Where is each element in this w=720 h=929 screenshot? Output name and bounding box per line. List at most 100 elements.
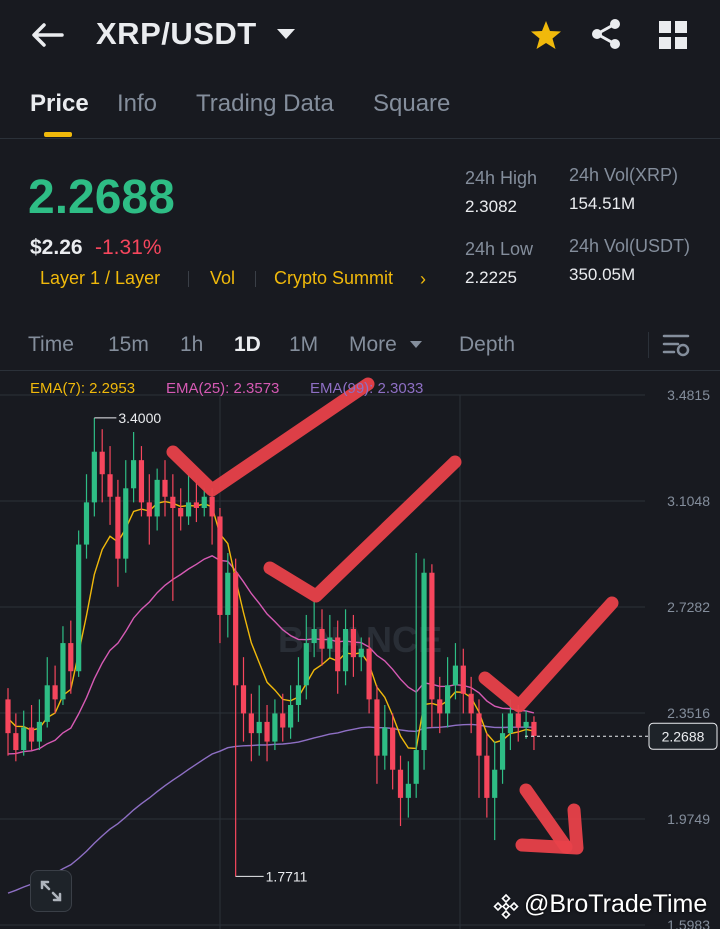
grid-menu-icon[interactable]	[658, 20, 688, 50]
favorite-star-icon[interactable]	[530, 20, 562, 50]
pair-dropdown-icon[interactable]	[277, 29, 295, 39]
high-marker-label: 3.4000	[118, 410, 161, 426]
pair-title[interactable]: XRP/USDT	[96, 16, 257, 52]
candle-body	[342, 629, 349, 672]
tag-divider	[188, 271, 189, 287]
chart-settings-icon[interactable]	[662, 332, 690, 358]
candle-body	[264, 721, 270, 742]
candle-body	[303, 643, 309, 686]
tag-vol[interactable]: Vol	[210, 268, 235, 289]
interval-1h[interactable]: 1h	[180, 333, 203, 357]
fullscreen-button[interactable]	[30, 870, 72, 912]
ema25-legend: EMA(25): 2.3573	[166, 380, 280, 397]
tag-layer1[interactable]: Layer 1 / Layer	[40, 268, 160, 289]
candle-body	[374, 699, 380, 756]
candle-body	[390, 727, 396, 770]
candle-body	[319, 629, 325, 649]
interval-depth[interactable]: Depth	[459, 333, 515, 357]
candle-body	[138, 460, 145, 503]
candle-body	[437, 699, 443, 714]
candle-body	[76, 544, 82, 672]
stat-high-label: 24h High	[465, 168, 538, 188]
candle-body	[492, 769, 498, 798]
candle-body	[146, 502, 152, 517]
candle-body	[499, 733, 506, 770]
stat-vol-quote-label: 24h Vol(USDT)	[569, 236, 691, 256]
candle-body	[83, 502, 90, 545]
interval-time[interactable]: Time	[28, 333, 74, 357]
ema7-legend: EMA(7): 2.2953	[30, 380, 136, 397]
interval-1d[interactable]: 1D	[234, 333, 261, 357]
interval-1m[interactable]: 1M	[289, 333, 318, 357]
candle-body	[28, 727, 35, 742]
back-arrow-icon[interactable]	[30, 20, 64, 50]
candle-body	[123, 488, 129, 559]
active-tab-indicator	[44, 132, 72, 137]
header-bar: XRP/USDT	[0, 0, 720, 70]
candle-body	[115, 496, 121, 559]
last-price: 2.2688	[28, 171, 175, 224]
y-tick-label: 2.7282	[667, 599, 710, 615]
annotation-checkmark	[263, 455, 462, 603]
candle-body	[5, 699, 11, 734]
candle-body	[295, 685, 302, 706]
expand-icon	[40, 880, 62, 902]
candle-body	[240, 685, 247, 714]
candle-body	[468, 693, 474, 714]
y-tick-label: 1.9749	[667, 811, 710, 827]
candle-body	[256, 721, 262, 734]
candle-body	[99, 451, 105, 475]
candle-body	[350, 629, 356, 658]
candle-body	[523, 721, 529, 728]
tab-info[interactable]: Info	[117, 90, 157, 118]
tab-square[interactable]: Square	[373, 90, 450, 118]
candle-body	[413, 750, 419, 784]
candlestick-chart[interactable]: 3.48153.10482.72822.35161.97491.5983BINA…	[0, 372, 720, 929]
interval-more[interactable]: More	[349, 333, 397, 357]
candle-body	[193, 502, 199, 508]
candle-body	[421, 572, 427, 751]
candle-body	[154, 479, 160, 517]
candle-body	[311, 629, 317, 644]
candle-body	[460, 665, 466, 694]
chevron-right-icon[interactable]: ›	[420, 269, 426, 290]
candle-body	[452, 665, 459, 686]
candle-body	[327, 637, 333, 649]
binance-logo-icon	[493, 893, 519, 920]
candle-body	[515, 713, 521, 728]
candle-body	[178, 507, 184, 517]
candle-body	[288, 705, 294, 728]
candle-body	[248, 713, 254, 734]
tab-price[interactable]: Price	[30, 90, 89, 118]
candle-body	[209, 496, 215, 517]
candle-body	[484, 755, 490, 798]
interval-divider	[648, 332, 649, 358]
candle-body	[405, 783, 411, 798]
stat-vol-base-value: 154.51M	[569, 194, 636, 213]
annotation-checkmark	[478, 596, 619, 713]
stat-low-value: 2.2225	[465, 268, 517, 287]
candle-body	[358, 648, 364, 658]
annotation-checkmark	[166, 377, 375, 497]
candle-body	[272, 713, 278, 742]
candle-body	[531, 721, 537, 736]
candle-body	[335, 637, 341, 672]
candle-body	[382, 727, 388, 756]
price-change: -1.31%	[95, 236, 162, 259]
candle-body	[445, 685, 451, 714]
stat-high-value: 2.3082	[465, 197, 517, 216]
candle-body	[131, 460, 137, 489]
y-tick-label: 3.1048	[667, 493, 710, 509]
candle-body	[107, 474, 113, 497]
candle-body	[170, 496, 176, 508]
more-caret-icon[interactable]	[410, 341, 422, 348]
share-icon[interactable]	[590, 18, 622, 50]
tag-crypto-summit[interactable]: Crypto Summit	[274, 268, 393, 289]
candle-body	[13, 733, 19, 751]
interval-15m[interactable]: 15m	[108, 333, 149, 357]
tab-trading-data[interactable]: Trading Data	[196, 90, 334, 118]
current-price-label: 2.2688	[662, 728, 705, 744]
candle-body	[507, 713, 513, 734]
interval-bar: Time 15m 1h 1D 1M More Depth	[0, 322, 720, 371]
candle-body	[52, 685, 58, 700]
